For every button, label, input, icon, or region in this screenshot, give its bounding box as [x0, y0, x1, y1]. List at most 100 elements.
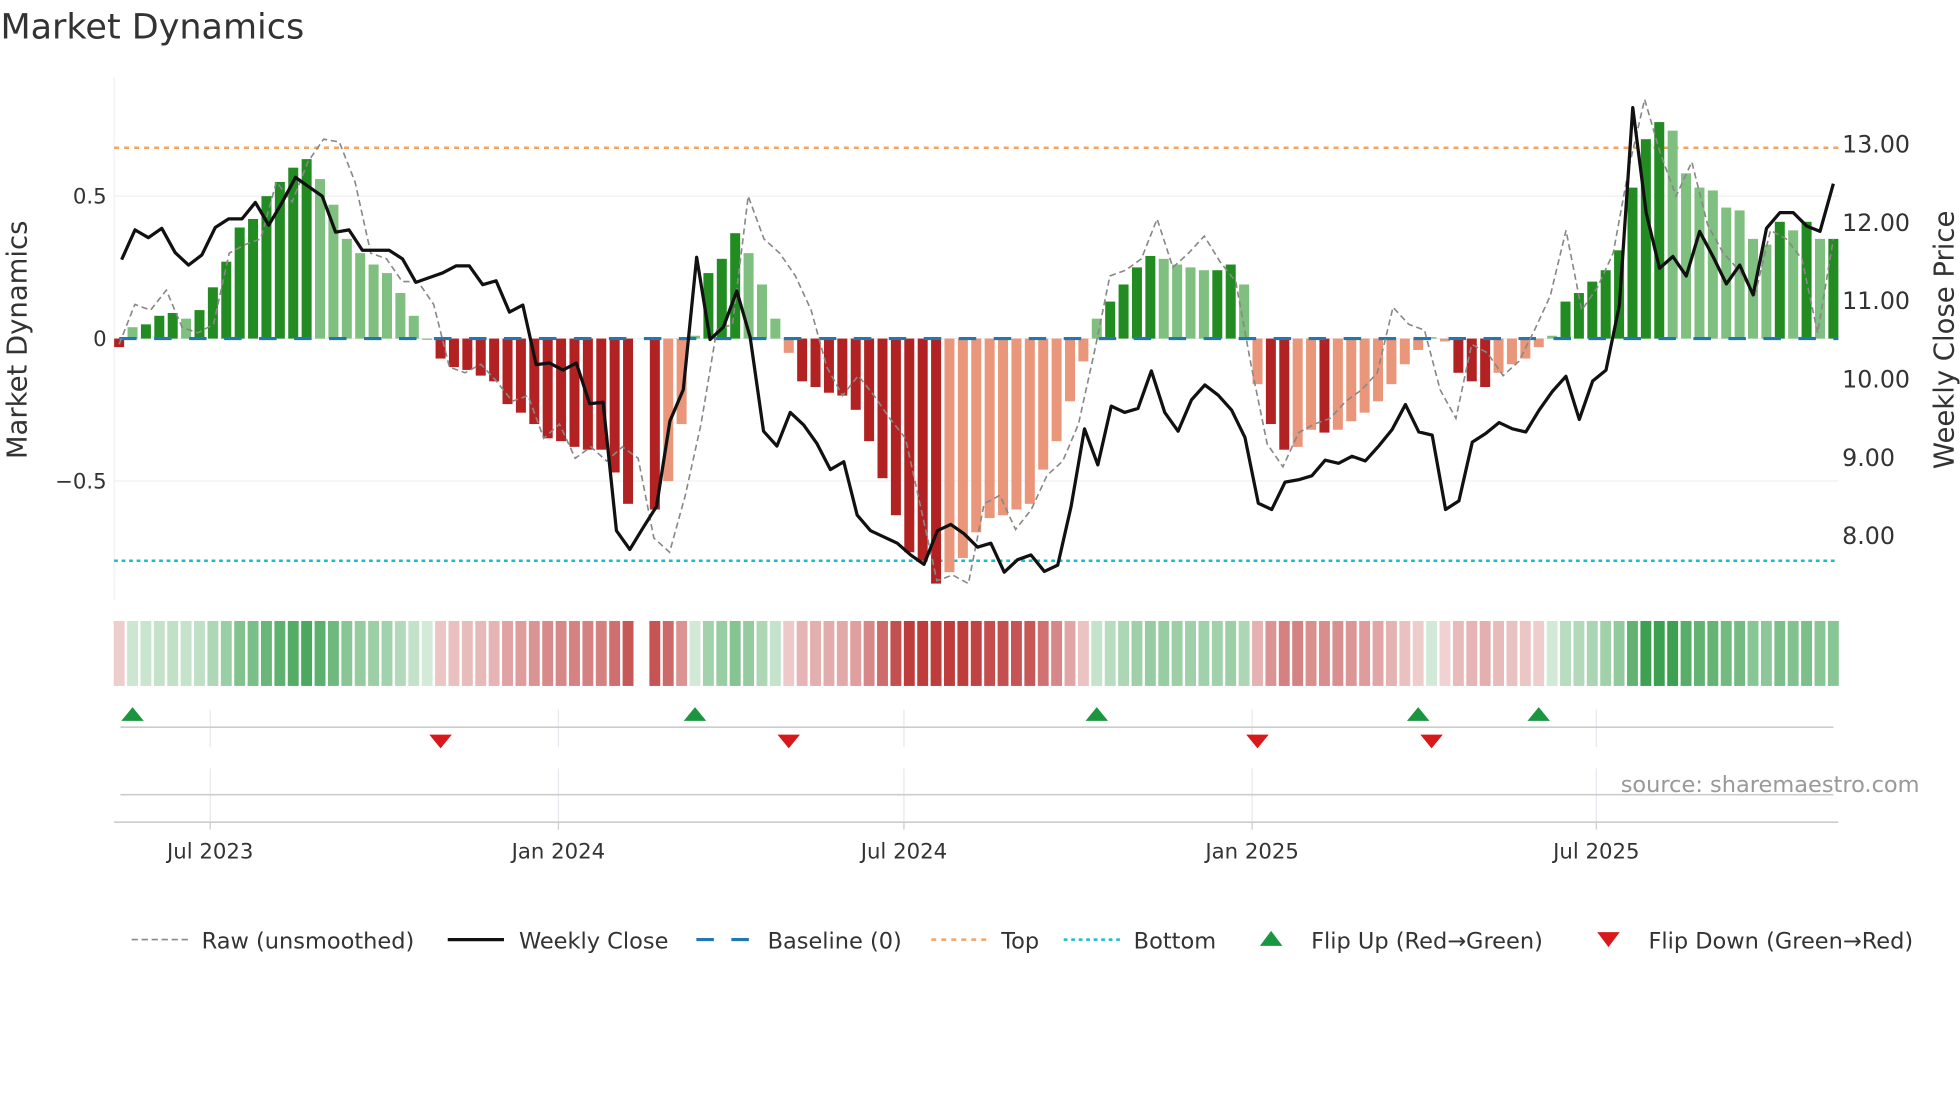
heat-cell: [1533, 620, 1545, 686]
bar: [649, 338, 660, 510]
bar: [1667, 130, 1678, 339]
bar: [475, 338, 486, 376]
x-tick-label: Jul 2023: [165, 839, 253, 864]
heat-cell: [595, 620, 607, 686]
bar: [1560, 301, 1571, 339]
heat-cell: [930, 620, 942, 686]
heat-cell: [207, 620, 219, 686]
legend: Raw (unsmoothed) Weekly Close Baseline (0)…: [131, 928, 1913, 954]
chart-title: Market Dynamics: [0, 8, 304, 48]
heat-cell: [716, 620, 728, 686]
heat-cell: [1627, 620, 1638, 686]
heat-cell: [1546, 620, 1558, 686]
bar: [904, 338, 915, 553]
heat-cell: [1332, 620, 1344, 686]
flip-down-marker: [777, 734, 801, 749]
bar: [1399, 338, 1410, 365]
bar: [984, 338, 995, 519]
heat-cell: [903, 620, 915, 686]
heat-cell: [944, 620, 955, 686]
heat-cell: [180, 620, 192, 686]
y2-tick-label: 8.00: [1842, 522, 1895, 550]
y2-tick-label: 9.00: [1842, 444, 1895, 472]
legend-flip-up-icon: [1259, 930, 1283, 946]
heat-cell: [435, 620, 447, 686]
heat-cell: [769, 620, 781, 686]
heat-cell: [1787, 620, 1799, 686]
heat-cell: [1653, 620, 1665, 686]
bar: [194, 310, 205, 339]
heat-cell: [1198, 620, 1210, 686]
bar-series: [114, 122, 1839, 584]
heat-cell: [1077, 620, 1089, 686]
heat-cell: [274, 620, 286, 686]
legend-flip-down-icon: [1597, 932, 1620, 948]
heat-cell: [917, 620, 929, 686]
bar: [167, 312, 178, 339]
bar: [623, 338, 634, 504]
heat-cell: [1171, 620, 1183, 686]
bar: [1118, 284, 1129, 339]
heat-cell: [1600, 620, 1612, 686]
x-tick-label: Jan 2024: [510, 839, 606, 864]
heat-cell: [327, 620, 339, 686]
bar: [810, 338, 821, 388]
bar: [1172, 264, 1183, 339]
bar: [368, 264, 379, 339]
heat-cell: [542, 620, 554, 686]
heat-cell: [1399, 620, 1411, 686]
heat-cell: [810, 620, 821, 686]
bar: [408, 315, 419, 339]
bar: [381, 273, 392, 339]
legend-label: Bottom: [1134, 928, 1216, 954]
bar: [837, 338, 848, 396]
heat-cell: [381, 620, 393, 686]
bar: [756, 284, 767, 339]
heat-cell: [1104, 620, 1116, 686]
bar: [448, 338, 459, 368]
bar: [797, 338, 808, 382]
bar: [1185, 267, 1196, 339]
bar: [971, 338, 982, 533]
bar: [355, 253, 366, 339]
heat-cell: [1292, 620, 1304, 686]
bar: [877, 338, 888, 479]
heat-cell: [743, 620, 755, 686]
heat-cell: [1158, 620, 1170, 686]
bar: [154, 315, 165, 339]
x-axis: Jul 2023 Jan 2024 Jul 2024 Jan 2025 Jul 2025: [114, 821, 1839, 864]
bar: [1480, 338, 1491, 388]
y-tick-label: 0: [93, 327, 107, 352]
bar: [850, 338, 861, 410]
legend-label: Baseline (0): [768, 928, 902, 954]
bar: [1051, 338, 1062, 442]
flip-up-marker: [1406, 707, 1430, 721]
heat-cell: [1185, 620, 1196, 686]
bar: [1024, 338, 1035, 504]
heat-cell: [261, 620, 272, 686]
heat-cell: [475, 620, 487, 686]
bar: [1573, 293, 1584, 339]
bar: [1306, 338, 1317, 430]
heat-cell: [582, 620, 594, 686]
y-tick-label: −0.5: [55, 470, 107, 495]
heat-cell: [1010, 620, 1022, 686]
heat-cell: [1426, 620, 1438, 686]
y2-axis-label: Weekly Close Price: [1928, 211, 1960, 469]
bar: [1828, 238, 1839, 339]
heat-cell: [1506, 620, 1518, 686]
heat-cell: [194, 620, 205, 686]
heat-cell: [1252, 620, 1263, 686]
bar: [569, 338, 580, 447]
flip-down-marker: [1420, 734, 1443, 749]
y2-tick-label: 11.00: [1842, 287, 1910, 315]
heat-cell: [970, 620, 982, 686]
heat-cell: [649, 620, 661, 686]
bar: [1694, 187, 1705, 339]
bar: [730, 233, 741, 339]
bar: [1640, 139, 1651, 339]
heat-cell: [1064, 620, 1076, 686]
bar: [1600, 270, 1611, 339]
bar: [1252, 338, 1263, 385]
bar: [783, 338, 794, 353]
